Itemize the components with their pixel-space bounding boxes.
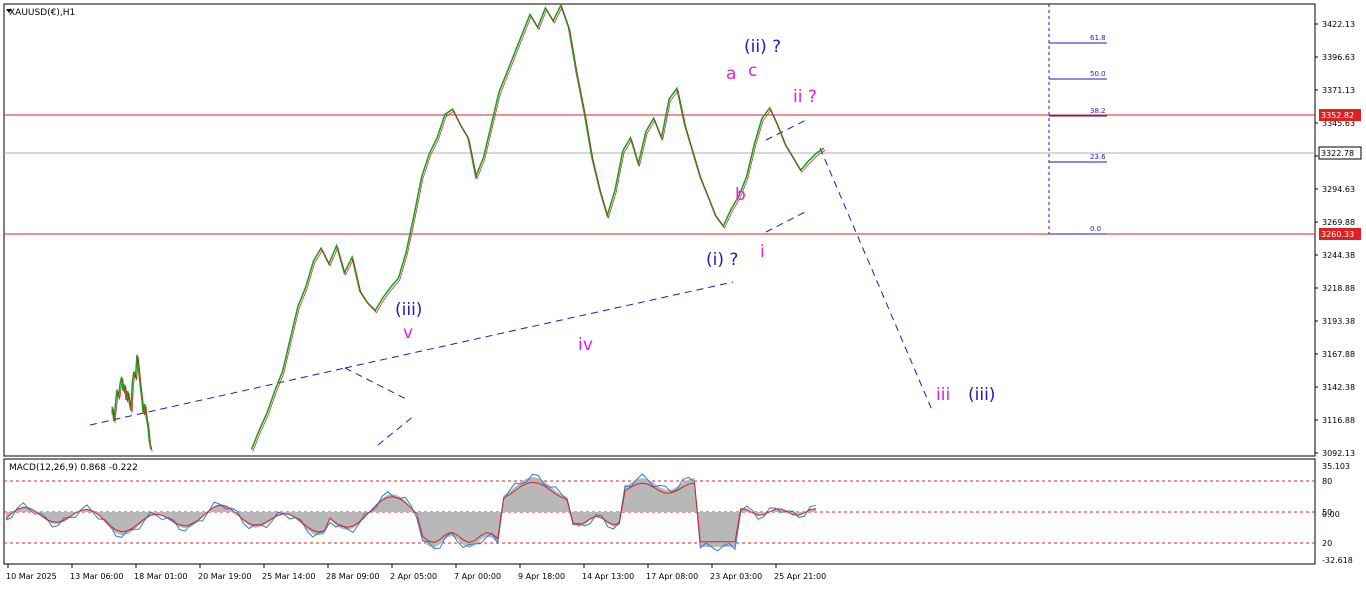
wave-label: c bbox=[748, 61, 757, 81]
macd-axis-tick-label: 20 bbox=[1322, 539, 1332, 548]
price-line-tag-label: 3260.33 bbox=[1321, 230, 1354, 239]
time-axis-label: 2 Apr 05:00 bbox=[390, 572, 437, 581]
time-axis-label: 28 Mar 09:00 bbox=[326, 572, 379, 581]
fib-level-label: 0.0 bbox=[1090, 225, 1101, 233]
fib-level-label: 23.6 bbox=[1090, 153, 1106, 161]
price-axis-tick-label: 3167.88 bbox=[1322, 350, 1355, 359]
wave-label: b bbox=[735, 185, 746, 205]
price-axis-tick-label: 3244.38 bbox=[1322, 251, 1355, 260]
macd-axis-tick-label: 35.103 bbox=[1322, 462, 1350, 471]
wave-label: (iii) bbox=[968, 385, 995, 405]
wave-label: i bbox=[760, 242, 765, 262]
price-axis-tick-label: 3092.13 bbox=[1322, 449, 1355, 458]
price-axis-tick-label: 3218.88 bbox=[1322, 284, 1355, 293]
current-price-label: 3322.78 bbox=[1321, 149, 1354, 158]
time-axis-label: 25 Mar 14:00 bbox=[262, 572, 315, 581]
time-axis-label: 18 Mar 01:00 bbox=[134, 572, 187, 581]
chart-title: XAUUSD(€),H1 bbox=[9, 8, 75, 18]
current-price-tag: 3322.78 bbox=[1318, 146, 1362, 160]
fib-level-label: 50.0 bbox=[1090, 70, 1106, 78]
price-axis-tick-label: 3294.63 bbox=[1322, 185, 1355, 194]
time-axis-label: 13 Mar 06:00 bbox=[70, 572, 123, 581]
price-axis-tick-label: 3269.88 bbox=[1322, 218, 1355, 227]
time-axis-label: 7 Apr 00:00 bbox=[454, 572, 501, 581]
chart-window[interactable]: XAUUSD(€),H1 3422.13 3396.63 3371.13 3345.6… bbox=[0, 0, 1366, 588]
price-axis-tick-label: 3116.88 bbox=[1322, 416, 1355, 425]
wave-label: iii bbox=[936, 385, 950, 405]
fib-level-label: 61.8 bbox=[1090, 34, 1106, 42]
macd-axis-tick-label: 80 bbox=[1322, 477, 1332, 486]
wave-label: (ii) ? bbox=[744, 37, 781, 57]
time-axis-label: 9 Apr 18:00 bbox=[518, 572, 565, 581]
main-plot-frame bbox=[3, 3, 1316, 457]
time-axis-label: 25 Apr 21:00 bbox=[774, 572, 826, 581]
wave-label: a bbox=[726, 64, 736, 84]
time-axis-label: 23 Apr 03:00 bbox=[710, 572, 762, 581]
price-line-tag-label: 3352.82 bbox=[1321, 111, 1354, 120]
price-axis-tick-label: 3193.38 bbox=[1322, 317, 1355, 326]
time-axis-label: 10 Mar 2025 bbox=[6, 572, 57, 581]
macd-axis-tick-label: -32.618 bbox=[1322, 556, 1353, 565]
price-axis-tick-label: 3142.38 bbox=[1322, 383, 1355, 392]
wave-label: (iii) bbox=[395, 300, 422, 320]
time-axis-label: 14 Apr 13:00 bbox=[582, 572, 634, 581]
wave-label: iv bbox=[578, 335, 593, 355]
price-axis-tick-label: 3371.13 bbox=[1322, 86, 1355, 95]
time-axis-label: 20 Mar 19:00 bbox=[198, 572, 251, 581]
macd-axis-tick-label: 0.00 bbox=[1322, 510, 1340, 519]
macd-title: MACD(12,26,9) 0.868 -0.222 bbox=[9, 463, 138, 473]
price-axis-tick-label: 3422.13 bbox=[1322, 20, 1355, 29]
wave-label: ii ? bbox=[793, 87, 817, 107]
wave-label: (i) ? bbox=[706, 250, 738, 270]
macd-axis: 35.10380500.0020-32.618 bbox=[1322, 462, 1353, 565]
wave-label: v bbox=[403, 323, 413, 343]
time-axis-label: 17 Apr 08:00 bbox=[646, 572, 698, 581]
price-axis-tick-label: 3396.63 bbox=[1322, 53, 1355, 62]
chart-svg[interactable]: XAUUSD(€),H1 3422.133396.633371.133345.6… bbox=[0, 0, 1366, 588]
time-axis: 10 Mar 2025 13 Mar 06:00 18 Mar 01:00 20 Ma… bbox=[6, 564, 826, 581]
fib-level-label: 38.2 bbox=[1090, 107, 1106, 115]
